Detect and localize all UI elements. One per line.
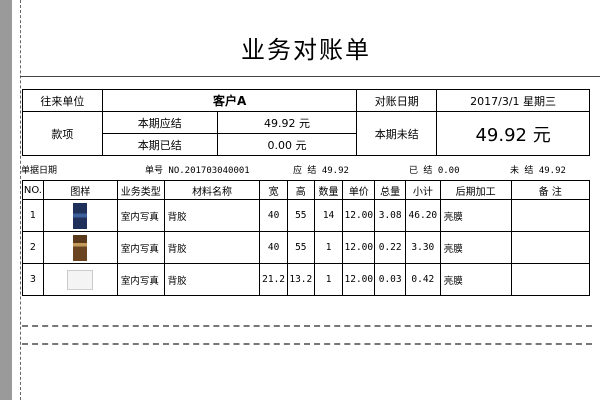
col-material: 材料名称 <box>163 180 261 200</box>
items-table: NO. 图样 业务类型 材料名称 宽 高 数量 单价 总量 小计 后期加工 备 … <box>22 180 591 296</box>
table-row: 3 室内写真 背胶 21.2 13.2 1 12.00 0.03 0.42 亮膜 <box>22 263 591 296</box>
cell-height: 13.2 <box>286 263 315 296</box>
cell-material: 背胶 <box>163 199 261 232</box>
cell-material: 背胶 <box>163 263 261 296</box>
cell-note <box>510 231 591 264</box>
cell-width: 21.2 <box>259 263 288 296</box>
statement-header: 往来单位 客户A 对账日期 2017/3/1 星期三 款项 本期应结 49.92… <box>22 89 590 156</box>
cell-type: 室内写真 <box>116 231 165 264</box>
col-note: 备 注 <box>510 180 591 200</box>
cell-type: 室内写真 <box>116 199 165 232</box>
pattern-thumbnail <box>67 269 94 290</box>
cell-pattern <box>42 263 118 296</box>
cell-width: 40 <box>259 231 288 264</box>
pattern-thumbnail <box>73 234 88 261</box>
cell-price: 12.00 <box>342 263 376 296</box>
cell-no: 2 <box>22 231 44 264</box>
client-label: 往来单位 <box>22 89 103 112</box>
cell-total: 0.22 <box>374 231 406 264</box>
print-preview-page: 业务对账单 往来单位 客户A 对账日期 2017/3/1 星期三 款项 本期应结… <box>12 0 600 400</box>
cut-line-dashed <box>22 325 592 327</box>
cell-post: 亮膜 <box>439 231 512 264</box>
col-type: 业务类型 <box>116 180 165 200</box>
date-label: 对账日期 <box>356 89 438 112</box>
cell-height: 55 <box>286 199 315 232</box>
cell-subtotal: 0.42 <box>404 263 441 296</box>
cell-width: 40 <box>259 199 288 232</box>
settled-value: 0.00 元 <box>216 133 358 156</box>
cell-price: 12.00 <box>342 199 376 232</box>
summary-settled: 已 结 0.00 <box>409 166 460 176</box>
cell-qty: 14 <box>313 199 344 232</box>
cell-note <box>510 199 591 232</box>
cell-pattern <box>42 231 118 264</box>
col-no: NO. <box>22 180 44 200</box>
cell-material: 背胶 <box>163 231 261 264</box>
cell-no: 1 <box>22 199 44 232</box>
cell-price: 12.00 <box>342 231 376 264</box>
col-price: 单价 <box>342 180 376 200</box>
col-post: 后期加工 <box>439 180 512 200</box>
col-total: 总量 <box>374 180 406 200</box>
table-row: 2 室内写真 背胶 40 55 1 12.00 0.22 3.30 亮膜 <box>22 231 591 264</box>
cell-type: 室内写真 <box>116 263 165 296</box>
summary-due: 应 结 49.92 <box>293 166 349 176</box>
client-value: 客户A <box>101 89 358 112</box>
summary-line: 单据日期 单号 NO.201703040001 应 结 49.92 已 结 0.… <box>21 163 591 177</box>
cell-subtotal: 3.30 <box>404 231 441 264</box>
cell-pattern <box>42 199 118 232</box>
page-title: 业务对账单 <box>241 36 371 64</box>
item-label: 款项 <box>22 111 103 156</box>
cell-subtotal: 46.20 <box>404 199 441 232</box>
cell-qty: 1 <box>313 263 344 296</box>
cell-no: 3 <box>22 263 44 296</box>
unsettled-label: 本期未结 <box>356 111 438 156</box>
col-qty: 数量 <box>313 180 344 200</box>
doc-number: 单号 NO.201703040001 <box>145 166 250 176</box>
cell-total: 3.08 <box>374 199 406 232</box>
table-header-row: NO. 图样 业务类型 材料名称 宽 高 数量 单价 总量 小计 后期加工 备 … <box>22 180 591 200</box>
cut-line-dashed <box>22 343 592 345</box>
due-label: 本期应结 <box>101 111 218 134</box>
col-height: 高 <box>286 180 315 200</box>
col-pattern: 图样 <box>42 180 118 200</box>
due-value: 49.92 元 <box>216 111 358 134</box>
cell-total: 0.03 <box>374 263 406 296</box>
cell-qty: 1 <box>313 231 344 264</box>
date-value: 2017/3/1 星期三 <box>436 89 590 112</box>
cell-post: 亮膜 <box>439 199 512 232</box>
col-width: 宽 <box>259 180 288 200</box>
table-row: 1 室内写真 背胶 40 55 14 12.00 3.08 46.20 亮膜 <box>22 199 591 232</box>
unsettled-value: 49.92 元 <box>436 111 590 156</box>
pattern-thumbnail <box>73 202 88 229</box>
settled-label: 本期已结 <box>101 133 218 156</box>
margin-line-top <box>20 76 600 77</box>
summary-unsettled: 未 结 49.92 <box>510 166 566 176</box>
doc-date-label: 单据日期 <box>21 166 58 176</box>
col-subtotal: 小计 <box>404 180 441 200</box>
cell-height: 55 <box>286 231 315 264</box>
cell-note <box>510 263 591 296</box>
cell-post: 亮膜 <box>439 263 512 296</box>
